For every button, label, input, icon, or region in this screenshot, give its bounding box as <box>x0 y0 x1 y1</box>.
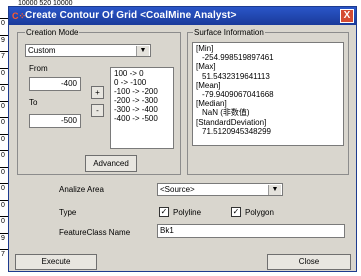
background-cell: 0 <box>1 119 5 126</box>
to-label: To <box>29 98 38 107</box>
background-cell: 0 <box>1 218 5 225</box>
featureclass-name-label: FeatureClass Name <box>59 228 131 237</box>
creation-mode-select[interactable]: Custom ▼ <box>25 44 151 57</box>
background-cell: 9 <box>1 36 5 44</box>
from-label: From <box>29 64 48 73</box>
background-cell: 7 <box>1 53 5 60</box>
add-range-button[interactable]: + <box>91 86 104 99</box>
surface-info-value: 71.5120945348299 <box>202 126 271 136</box>
range-list-item[interactable]: -200 -> -300 <box>114 96 170 105</box>
background-cell: 0 <box>1 135 5 143</box>
background-cell: 0 <box>1 152 5 159</box>
close-window-button[interactable]: X <box>340 9 354 23</box>
analize-area-select[interactable]: <Source> ▼ <box>157 183 283 196</box>
range-list-item[interactable]: 100 -> 0 <box>114 69 170 78</box>
surface-info-heading: [StandardDeviation] <box>196 117 267 127</box>
featureclass-name-input[interactable]: Bk1 <box>157 224 345 238</box>
dialog-window: C⁘ Create Contour Of Grid <CoalMine Anal… <box>8 6 357 272</box>
analize-area-value: <Source> <box>160 185 195 194</box>
background-cell: 0 <box>1 201 5 209</box>
surface-info-value: -254.998519897461 <box>202 53 274 63</box>
background-cell: 0 <box>1 102 5 110</box>
close-button[interactable]: Close <box>267 254 351 270</box>
background-cell: 0 <box>1 20 5 27</box>
range-list-item[interactable]: -300 -> -400 <box>114 105 170 114</box>
range-list-item[interactable]: -100 -> -200 <box>114 87 170 96</box>
advanced-button[interactable]: Advanced <box>85 155 137 172</box>
remove-range-button[interactable]: - <box>91 104 104 117</box>
range-list-item[interactable]: -400 -> -500 <box>114 114 170 123</box>
chevron-down-icon[interactable]: ▼ <box>268 185 281 195</box>
polygon-label: Polygon <box>245 208 274 217</box>
analize-area-label: Analize Area <box>59 185 104 194</box>
background-cell: 0 <box>1 86 5 93</box>
surface-info-heading: [Max] <box>196 62 216 72</box>
surface-info-value: 51.5432319641113 <box>202 71 270 81</box>
surface-info-label: Surface Information <box>193 28 265 37</box>
surface-info-value: -79.9409067041668 <box>202 90 274 100</box>
to-input[interactable]: -500 <box>29 114 81 128</box>
creation-mode-label: Creation Mode <box>25 28 80 37</box>
title-bar: C⁘ Create Contour Of Grid <CoalMine Anal… <box>9 7 356 25</box>
app-icon: C⁘ <box>12 11 27 21</box>
background-cell: 0 <box>1 168 5 176</box>
range-list[interactable]: 100 -> 00 -> -100 -100 -> -200 -200 -> -30… <box>110 67 174 149</box>
range-list-item[interactable]: 0 -> -100 <box>114 78 170 87</box>
chevron-down-icon[interactable]: ▼ <box>136 46 149 56</box>
background-cell: 9 <box>1 234 5 242</box>
polyline-checkbox[interactable]: ✓ <box>159 207 169 217</box>
from-input[interactable]: -400 <box>29 77 81 91</box>
type-label: Type <box>59 208 77 217</box>
background-cell: 7 <box>1 251 5 258</box>
polyline-label: Polyline <box>173 208 202 217</box>
surface-info-text[interactable]: [Min] -254.998519897461 [Max] 51.5432319641… <box>192 42 344 146</box>
surface-info-heading: [Mean] <box>196 80 221 90</box>
surface-info-heading: [Min] <box>196 44 214 53</box>
surface-info-value: NaN (非数值) <box>202 108 250 118</box>
window-title: Create Contour Of Grid <CoalMine Analyst… <box>25 10 237 21</box>
polygon-checkbox[interactable]: ✓ <box>231 207 241 217</box>
execute-button[interactable]: Execute <box>15 254 97 270</box>
background-cell: 0 <box>1 69 5 77</box>
background-cell: 0 <box>1 185 5 192</box>
creation-mode-value: Custom <box>28 46 56 55</box>
